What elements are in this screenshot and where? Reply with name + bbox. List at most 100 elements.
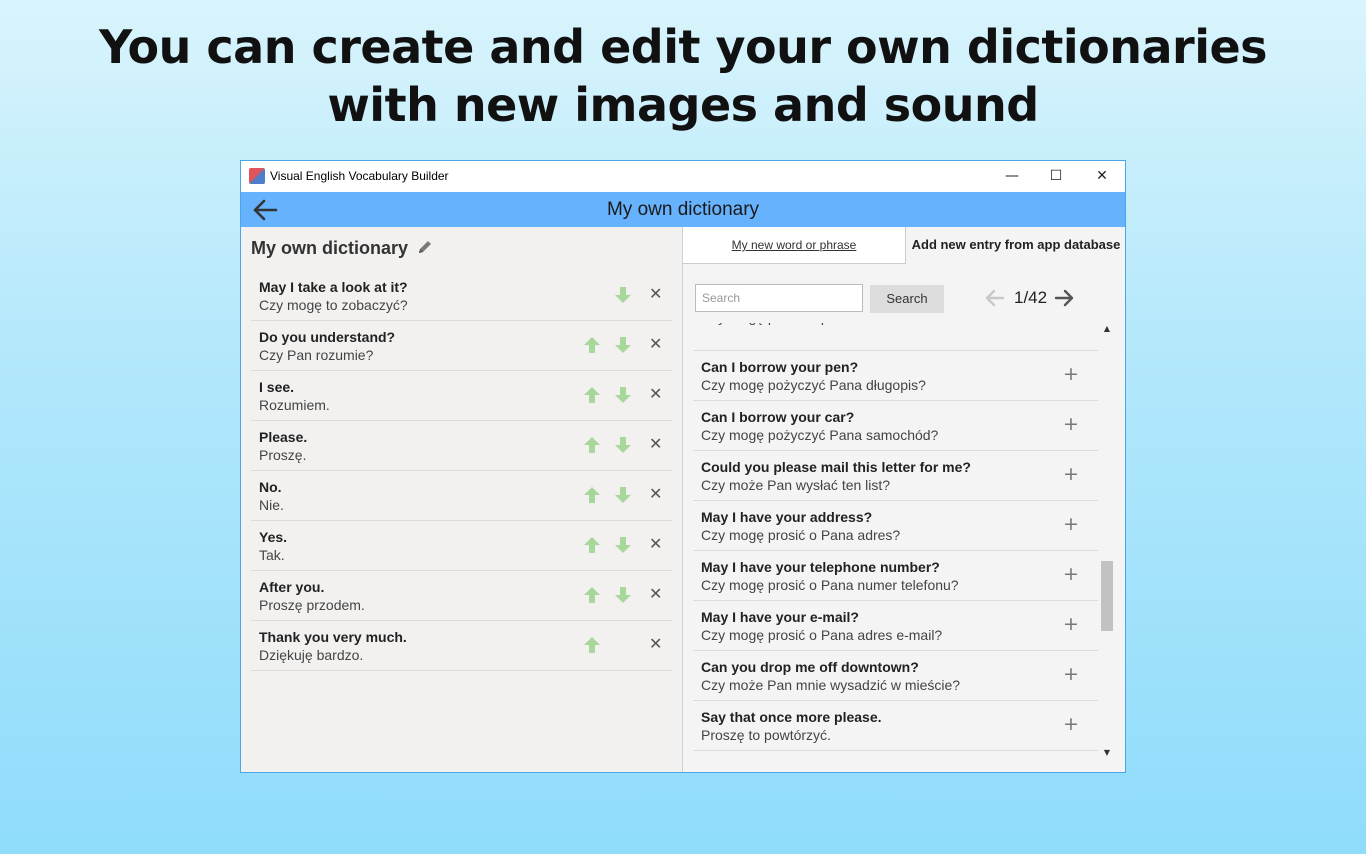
entry-english: Can I borrow your car? [701,409,855,425]
database-item[interactable]: Czy mogę prosić o pomoc?+ [693,323,1098,351]
scrollbar-thumb[interactable] [1101,561,1113,631]
dictionary-item[interactable]: May I take a look at it? Czy mogę to zoba… [251,271,672,321]
move-up-icon[interactable] [582,535,602,555]
add-icon[interactable]: + [1063,713,1079,735]
entry-translation: Czy mogę prosić o Pana numer telefonu? [701,577,959,593]
minimize-button[interactable]: — [989,161,1035,191]
dictionary-item[interactable]: I see. Rozumiem. ✕ [251,371,672,421]
database-item[interactable]: Could you please mail this letter for me… [693,451,1098,501]
move-up-icon[interactable] [582,485,602,505]
entry-translation: Rozumiem. [259,397,330,413]
move-up-icon[interactable] [582,335,602,355]
database-item[interactable]: Can I borrow your car? Czy mogę pożyczyć … [693,401,1098,451]
add-icon[interactable]: + [1063,613,1079,635]
promo-headline-line1: You can create and edit your own diction… [98,20,1268,74]
move-down-icon[interactable] [613,535,633,555]
promo-headline-line2: with new images and sound [327,78,1039,132]
database-item[interactable]: Say that once more please. Proszę to powt… [693,701,1098,751]
database-item[interactable]: Please speak more slowly+ [693,751,1098,759]
entry-translation: Czy może Pan mnie wysadzić w mieście? [701,677,961,693]
entry-translation: Proszę przodem. [259,597,365,613]
tab-add-from-database[interactable]: Add new entry from app database [906,227,1125,263]
move-down-icon[interactable] [613,435,633,455]
entry-translation: Tak. [259,547,285,563]
add-icon[interactable]: + [1063,513,1079,535]
entry-english: Can I borrow your pen? [701,359,859,375]
entry-translation: Czy mogę prosić o pomoc? [701,323,871,325]
entry-translation: Czy Pan rozumie? [259,347,374,363]
app-window: Visual English Vocabulary Builder — ☐ ✕ … [240,160,1126,773]
delete-icon[interactable]: ✕ [649,584,662,603]
move-up-icon[interactable] [582,385,602,405]
entry-english: May I take a look at it? [259,279,408,295]
dictionary-item[interactable]: No. Nie. ✕ [251,471,672,521]
dictionary-item[interactable]: Please. Proszę. ✕ [251,421,672,471]
database-item[interactable]: May I have your e-mail? Czy mogę prosić o… [693,601,1098,651]
database-item[interactable]: Can you drop me off downtown? Czy może Pa… [693,651,1098,701]
scrollbar[interactable]: ▲ ▼ [1100,323,1114,759]
database-item[interactable]: Can I borrow your pen? Czy mogę pożyczyć … [693,351,1098,401]
entry-translation: Czy mogę prosić o Pana adres e-mail? [701,627,943,643]
move-down-icon[interactable] [613,385,633,405]
move-down-icon[interactable] [613,285,633,305]
pencil-icon[interactable] [416,238,434,256]
entry-translation: Nie. [259,497,284,513]
entry-english: I see. [259,379,295,395]
dictionary-item[interactable]: After you. Proszę przodem. ✕ [251,571,672,621]
entry-translation: Dziękuję bardzo. [259,647,364,663]
app-header: My own dictionary [241,192,1125,227]
add-icon[interactable]: + [1063,413,1079,435]
move-down-icon[interactable] [613,585,633,605]
delete-icon[interactable]: ✕ [649,434,662,453]
dictionary-item[interactable]: Do you understand? Czy Pan rozumie? ✕ [251,321,672,371]
entry-english: May I have your e-mail? [701,609,859,625]
tab-my-new-word[interactable]: My new word or phrase [683,227,906,264]
entry-english: Please. [259,429,308,445]
search-input[interactable]: Search [695,284,863,312]
entry-english: Thank you very much. [259,629,407,645]
arrow-left-icon[interactable] [984,287,1006,309]
move-up-icon[interactable] [582,585,602,605]
title-bar: Visual English Vocabulary Builder — ☐ ✕ [241,161,1125,191]
entry-english: After you. [259,579,325,595]
dictionary-item[interactable]: Thank you very much. Dziękuję bardzo. ✕ [251,621,672,671]
move-down-icon[interactable] [613,485,633,505]
move-up-icon[interactable] [582,435,602,455]
delete-icon[interactable]: ✕ [649,284,662,303]
search-button[interactable]: Search [870,285,944,313]
delete-icon[interactable]: ✕ [649,334,662,353]
entry-english: May I have your address? [701,509,873,525]
arrow-right-icon[interactable] [1053,287,1075,309]
database-item[interactable]: May I have your address? Czy mogę prosić … [693,501,1098,551]
my-dictionary-panel: My own dictionary May I take a look at i… [241,227,682,772]
add-icon[interactable]: + [1063,663,1079,685]
move-down-icon[interactable] [613,335,633,355]
add-icon[interactable]: + [1063,563,1079,585]
delete-icon[interactable]: ✕ [649,484,662,503]
entry-english: No. [259,479,282,495]
scroll-down-arrow-icon[interactable]: ▼ [1100,747,1114,759]
delete-icon[interactable]: ✕ [649,634,662,653]
app-logo-icon [249,168,265,184]
entry-english: Can you drop me off downtown? [701,659,919,675]
database-item[interactable]: May I have your telephone number? Czy mog… [693,551,1098,601]
delete-icon[interactable]: ✕ [649,384,662,403]
entry-translation: Czy mogę pożyczyć Pana długopis? [701,377,926,393]
page-counter: 1/42 [1014,288,1048,307]
close-window-button[interactable]: ✕ [1079,161,1125,191]
delete-icon[interactable]: ✕ [649,534,662,553]
entry-translation: Czy mogę prosić o Pana adres? [701,527,901,543]
entry-translation: Proszę. [259,447,307,463]
add-icon[interactable]: + [1063,363,1079,385]
scroll-up-arrow-icon[interactable]: ▲ [1100,323,1114,335]
add-icon[interactable]: + [1063,463,1079,485]
entry-english: Could you please mail this letter for me… [701,459,971,475]
entry-translation: Proszę to powtórzyć. [701,727,831,743]
maximize-button[interactable]: ☐ [1033,161,1079,191]
dictionary-item[interactable]: Yes. Tak. ✕ [251,521,672,571]
entry-translation: Czy mogę to zobaczyć? [259,297,408,313]
move-up-icon[interactable] [582,635,602,655]
database-list: Czy mogę prosić o pomoc?+Can I borrow yo… [693,323,1098,759]
entry-english: Do you understand? [259,329,396,345]
entry-english: Yes. [259,529,288,545]
